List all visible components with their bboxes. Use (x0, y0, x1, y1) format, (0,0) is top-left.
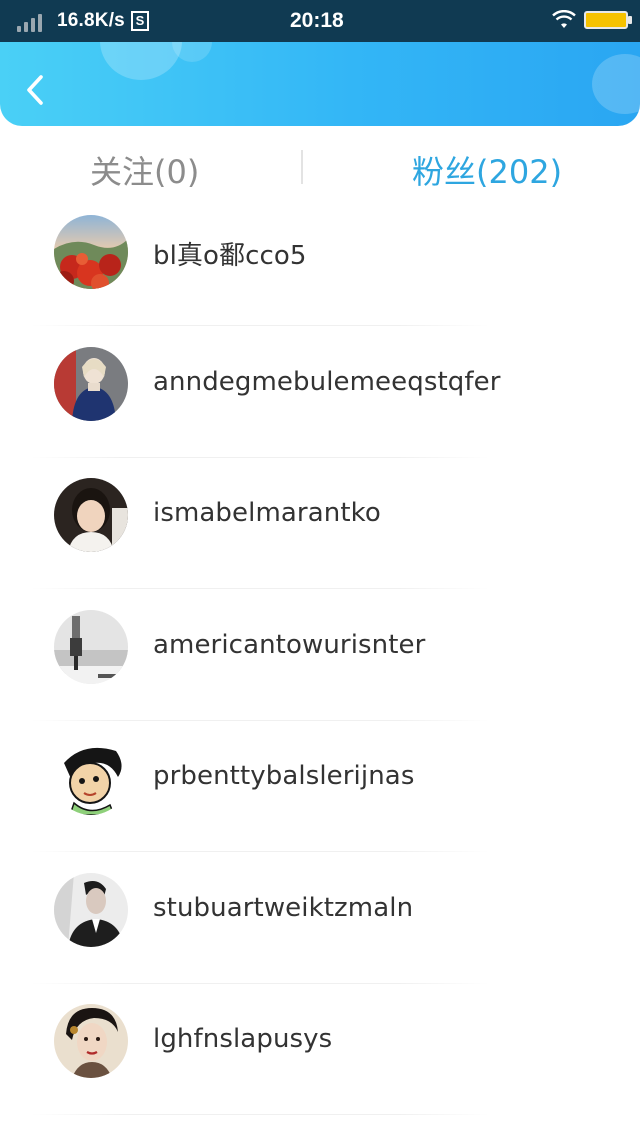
tab-divider (301, 150, 303, 184)
list-item[interactable]: anndegmebulemeeqstqfer (0, 332, 640, 464)
divider (30, 456, 490, 458)
signal-icon (17, 12, 43, 32)
decor-bubble (100, 42, 182, 80)
list-item[interactable]: stubuartweiktzmaln (0, 858, 640, 990)
username: lghfnslapusys (153, 1024, 333, 1054)
divider (30, 982, 490, 984)
username: bl真o鄱cco5 (153, 241, 307, 271)
username: prbenttybalslerijnas (153, 761, 415, 791)
decor-bubble (172, 42, 212, 62)
divider (30, 325, 490, 326)
status-bar: 16.8K/s S 20:18 (0, 0, 640, 42)
divider (30, 719, 490, 721)
monochrome-photo-avatar[interactable] (54, 609, 128, 684)
sim-badge: S (131, 11, 149, 31)
username: anndegmebulemeeqstqfer (153, 366, 501, 397)
man-in-suit-avatar[interactable] (54, 872, 128, 947)
username: ismabelmarantko (153, 498, 381, 528)
divider (30, 1114, 490, 1115)
woman-portrait-avatar[interactable] (54, 1004, 128, 1078)
back-chevron-left-icon[interactable] (22, 72, 52, 108)
username: americantowurisnter (153, 629, 426, 660)
fans-list: bl真o鄱cco5 anndegmebulemeeqstqfer ismabel… (0, 200, 640, 1121)
tab-fans[interactable]: 粉丝(202) (412, 152, 562, 192)
divider (30, 851, 490, 852)
clock: 20:18 (290, 9, 344, 32)
username: stubuartweiktzmaln (153, 892, 414, 923)
list-item[interactable]: lghfnslapusys (0, 989, 640, 1121)
list-item[interactable]: prbenttybalslerijnas (0, 726, 640, 858)
list-item[interactable]: ismabelmarantko (0, 463, 640, 595)
divider (30, 588, 490, 589)
landscape-red-flowers-avatar[interactable] (54, 215, 128, 289)
cartoon-character-avatar[interactable] (54, 741, 128, 815)
wifi-icon (552, 10, 576, 28)
network-speed: 16.8K/s (57, 10, 125, 31)
list-item[interactable]: bl真o鄱cco5 (0, 200, 640, 332)
decor-bubble (592, 54, 640, 114)
tab-following[interactable]: 关注(0) (90, 152, 199, 192)
list-item[interactable]: americantowurisnter (0, 595, 640, 727)
child-portrait-avatar[interactable] (54, 478, 128, 552)
battery-icon (584, 11, 632, 29)
header-bar (0, 42, 640, 126)
blonde-woman-avatar[interactable] (54, 346, 128, 421)
